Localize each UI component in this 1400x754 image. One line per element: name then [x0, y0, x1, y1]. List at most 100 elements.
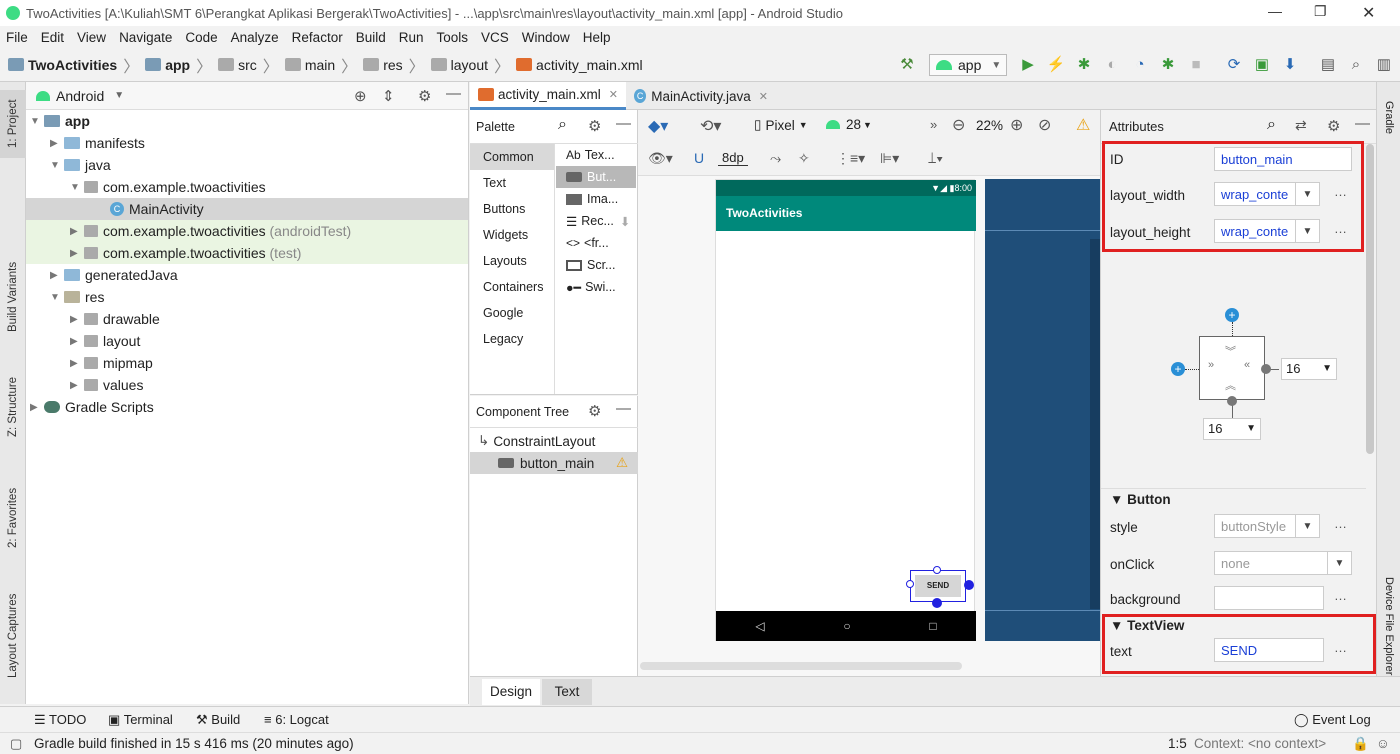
- breadcrumb-main[interactable]: main 〉: [284, 53, 357, 77]
- chevron-left-icon[interactable]: «: [1244, 359, 1250, 371]
- search-icon[interactable]: ⌕: [1346, 56, 1366, 74]
- sdk-manager-icon[interactable]: ⬇: [1280, 56, 1300, 74]
- menu-code[interactable]: Code: [185, 30, 217, 45]
- gear-icon[interactable]: ⚙: [1327, 117, 1340, 135]
- palette-item-recyclerview[interactable]: ☰ Rec... ⬇: [556, 210, 636, 232]
- collapse-all-icon[interactable]: ⇕: [382, 87, 395, 105]
- todo-tab[interactable]: ☰ TODO: [34, 712, 86, 728]
- pack-icon[interactable]: ⋮≡▾: [836, 150, 865, 167]
- stop-icon[interactable]: ■: [1186, 56, 1206, 74]
- bottom-margin-select[interactable]: 16 ▼: [1203, 418, 1261, 440]
- layout-toggle-icon[interactable]: ▥: [1374, 56, 1394, 74]
- structure-tab[interactable]: Z: Structure: [0, 372, 26, 442]
- constraint-handle-right[interactable]: [964, 580, 974, 590]
- apply-changes-icon[interactable]: ⚡: [1046, 56, 1066, 74]
- gradle-tab[interactable]: Gradle: [1377, 88, 1400, 148]
- api-select[interactable]: 28 ▼: [826, 117, 872, 132]
- align-icon[interactable]: ⊫▾: [880, 150, 899, 167]
- project-structure-icon[interactable]: ▤: [1318, 56, 1338, 74]
- build-tab[interactable]: ⚒ Build: [196, 712, 240, 728]
- tab-design[interactable]: Design: [482, 679, 540, 705]
- gear-icon[interactable]: ⚙: [588, 402, 601, 420]
- warning-icon[interactable]: ⚠: [1076, 115, 1090, 135]
- search-icon[interactable]: ⌕: [1267, 116, 1276, 134]
- project-tool-tab[interactable]: 1: Project: [0, 90, 26, 158]
- close-icon[interactable]: ✕: [1362, 3, 1375, 23]
- right-constraint-dot[interactable]: [1261, 364, 1271, 374]
- hide-icon[interactable]: —: [1355, 115, 1370, 132]
- inspector-icon[interactable]: ☺: [1376, 736, 1390, 751]
- project-view-mode[interactable]: Android: [56, 88, 104, 104]
- menu-refactor[interactable]: Refactor: [292, 30, 343, 45]
- debug-icon[interactable]: ✱: [1074, 56, 1094, 74]
- search-icon[interactable]: ⌕: [558, 116, 567, 134]
- add-top-constraint-icon[interactable]: +: [1225, 308, 1239, 322]
- constraint-handle-bottom[interactable]: [932, 598, 942, 608]
- build-variants-tab[interactable]: Build Variants: [0, 252, 26, 342]
- tree-item-gradle-scripts[interactable]: ▶ Gradle Scripts: [26, 396, 468, 418]
- profile-icon[interactable]: ◔: [1130, 56, 1150, 74]
- locate-icon[interactable]: ⊕: [354, 87, 367, 105]
- chevron-up-icon[interactable]: ︽: [1225, 377, 1236, 393]
- tree-item-res[interactable]: ▼ res: [26, 286, 468, 308]
- menu-help[interactable]: Help: [583, 30, 611, 45]
- attributes-scrollbar[interactable]: [1366, 144, 1374, 454]
- infer-constraints-icon[interactable]: ✧: [798, 150, 810, 167]
- menu-file[interactable]: File: [6, 30, 28, 45]
- terminal-tab[interactable]: ▣ Terminal: [108, 712, 173, 728]
- right-margin-select[interactable]: 16 ▼: [1281, 358, 1337, 380]
- tree-item-app[interactable]: ▼ app: [26, 110, 468, 132]
- more-icon[interactable]: …: [1334, 516, 1347, 531]
- overflow-icon[interactable]: »: [930, 117, 937, 132]
- bottom-constraint-dot[interactable]: [1227, 396, 1237, 406]
- tab-mainactivity-java[interactable]: C MainActivity.java ✕: [626, 82, 776, 110]
- tree-item-java[interactable]: ▼ java: [26, 154, 468, 176]
- event-log-tab[interactable]: ◯ Event Log: [1294, 712, 1371, 728]
- menu-tools[interactable]: Tools: [437, 30, 469, 45]
- minimize-icon[interactable]: —: [1268, 3, 1282, 19]
- zoom-fit-icon[interactable]: ⊘: [1038, 115, 1051, 135]
- hide-icon[interactable]: —: [616, 400, 631, 417]
- zoom-out-icon[interactable]: ⊖: [952, 115, 965, 135]
- panel-toggle-icon[interactable]: ▢: [10, 736, 22, 752]
- palette-item-imageview[interactable]: Ima...: [556, 188, 636, 210]
- tree-item-layout[interactable]: ▶ layout: [26, 330, 468, 352]
- breadcrumb-project[interactable]: TwoActivities 〉: [8, 53, 139, 77]
- swap-view-icon[interactable]: ⇄: [1295, 117, 1307, 134]
- chevron-down-icon[interactable]: ▼: [114, 90, 124, 101]
- palette-category-containers[interactable]: Containers: [470, 274, 554, 300]
- menu-navigate[interactable]: Navigate: [119, 30, 172, 45]
- menu-analyze[interactable]: Analyze: [231, 30, 279, 45]
- palette-category-legacy[interactable]: Legacy: [470, 326, 554, 352]
- breadcrumb-src[interactable]: src 〉: [218, 53, 279, 77]
- chevron-down-icon[interactable]: ︾: [1225, 343, 1236, 359]
- tree-item-package[interactable]: ▼ com.example.twoactivities: [26, 176, 468, 198]
- attach-debugger-icon[interactable]: ✱: [1158, 56, 1178, 74]
- sync-gradle-icon[interactable]: ⟳: [1224, 56, 1244, 74]
- magnet-icon[interactable]: U: [694, 150, 704, 166]
- breadcrumb-file[interactable]: activity_main.xml: [516, 57, 643, 73]
- hide-icon[interactable]: —: [616, 115, 631, 132]
- background-field[interactable]: [1214, 586, 1324, 610]
- layers-icon[interactable]: ◆▾: [648, 116, 668, 136]
- clear-constraints-icon[interactable]: ⤳: [770, 150, 781, 167]
- tab-activity-main-xml[interactable]: activity_main.xml ✕: [470, 82, 626, 110]
- horizontal-scrollbar[interactable]: [640, 662, 962, 670]
- tree-button-main[interactable]: button_main ⚠: [470, 452, 638, 474]
- menu-build[interactable]: Build: [356, 30, 386, 45]
- onclick-select[interactable]: none ▼: [1214, 551, 1352, 575]
- device-select[interactable]: ▯ Pixel ▼: [754, 117, 808, 133]
- tree-item-package-test[interactable]: ▶ com.example.twoactivities (test): [26, 242, 468, 264]
- tree-item-package-androidtest[interactable]: ▶ com.example.twoactivities (androidTest): [26, 220, 468, 242]
- layout-captures-tab[interactable]: Layout Captures: [0, 586, 26, 686]
- palette-category-google[interactable]: Google: [470, 300, 554, 326]
- run-config-select[interactable]: app ▼: [929, 54, 1007, 76]
- tree-constraintlayout[interactable]: ↳ ConstraintLayout: [478, 430, 595, 452]
- constraint-handle-top[interactable]: [933, 566, 941, 574]
- make-project-icon[interactable]: ⚒: [897, 56, 917, 74]
- close-tab-icon[interactable]: ✕: [609, 88, 618, 101]
- chevron-right-icon[interactable]: »: [1208, 359, 1214, 371]
- breadcrumb-res[interactable]: res 〉: [363, 53, 425, 77]
- palette-category-buttons[interactable]: Buttons: [470, 196, 554, 222]
- default-margin[interactable]: 8dp: [718, 150, 748, 166]
